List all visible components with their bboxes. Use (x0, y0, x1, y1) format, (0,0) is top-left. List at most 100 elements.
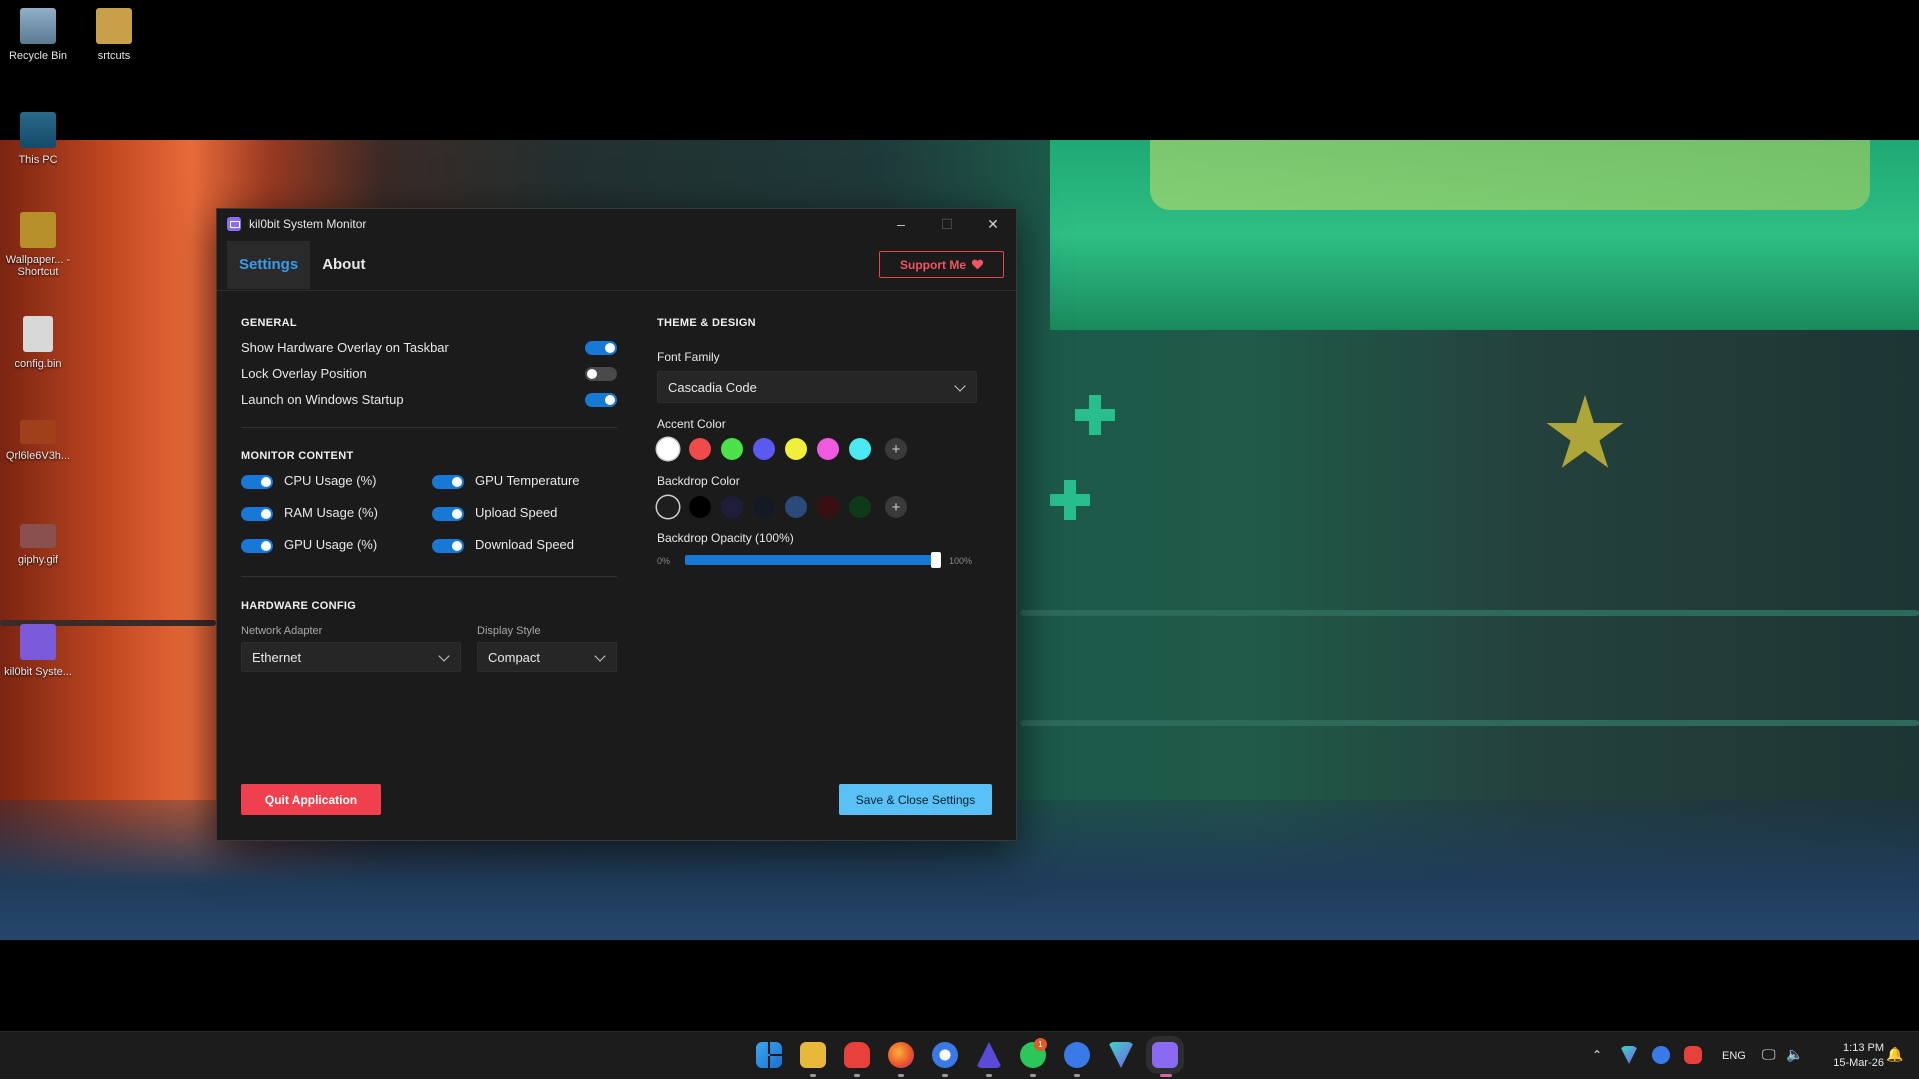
clock-date[interactable]: 15-Mar-26 (1818, 1057, 1884, 1069)
color-swatch[interactable] (785, 438, 807, 460)
opacity-max-label: 100% (949, 556, 973, 566)
desktop-icon-this-pc[interactable]: This PC (0, 112, 76, 166)
color-swatch[interactable] (849, 438, 871, 460)
backdrop-opacity-slider[interactable] (685, 552, 941, 568)
clock-time[interactable]: 1:13 PM (1830, 1042, 1884, 1054)
toggle-show-overlay[interactable] (585, 341, 617, 355)
color-swatch[interactable] (785, 496, 807, 518)
toggle-launch-startup[interactable] (585, 393, 617, 407)
desktop-icon-image[interactable]: Qrl6le6V3h... (0, 420, 76, 462)
option-label-gpu-temperature: GPU Temperature (475, 473, 580, 488)
color-swatch[interactable] (817, 438, 839, 460)
accent-color-label: Accent Color (657, 417, 726, 431)
toggle-upload-speed[interactable] (432, 507, 464, 521)
save-close-settings-button[interactable]: Save & Close Settings (839, 784, 992, 815)
option-label-cpu-usage: CPU Usage (%) (284, 473, 377, 488)
close-button[interactable]: ✕ (970, 209, 1016, 239)
desktop-icon-recycle-bin[interactable]: Recycle Bin (0, 8, 76, 62)
desktop-icon-srtcuts[interactable]: srtcuts (76, 8, 152, 62)
maximize-button[interactable]: ☐ (924, 209, 970, 239)
general-section-title: GENERAL (241, 317, 297, 329)
opacity-slider-fill (685, 555, 941, 565)
running-indicator (986, 1074, 992, 1077)
notification-bell-icon[interactable]: 🔔 (1886, 1046, 1903, 1063)
desktop-icon-wallpaper-shortcut[interactable]: Wallpaper... - Shortcut (0, 212, 76, 278)
support-me-button[interactable]: Support Me (879, 251, 1004, 278)
windows-start-icon[interactable] (756, 1042, 782, 1068)
file-icon (23, 316, 53, 352)
desktop-icon-config-bin[interactable]: config.bin (0, 316, 76, 370)
color-swatch[interactable] (753, 496, 775, 518)
desktop-icon-giphy[interactable]: giphy.gif (0, 524, 76, 566)
taskbar: 1 ⌃ ENG 🖵 🔈 1:13 PM 15-Mar-26 🔔 (0, 1031, 1919, 1079)
system-monitor-window: kil0bit System Monitor – ☐ ✕ Settings Ab… (216, 208, 1017, 841)
gif-file-icon (20, 524, 56, 548)
title-bar[interactable]: kil0bit System Monitor – ☐ ✕ (217, 209, 1016, 239)
color-swatch[interactable] (657, 438, 679, 460)
folder-shortcut-icon (20, 212, 56, 248)
recycle-bin-icon (20, 8, 56, 44)
display-style-value: Compact (488, 649, 541, 665)
file-explorer-icon[interactable] (800, 1042, 826, 1068)
color-swatch[interactable] (849, 496, 871, 518)
game-controller-icon[interactable] (844, 1042, 870, 1068)
wallpaper-cross (1050, 480, 1090, 520)
vpn-icon[interactable] (1108, 1042, 1134, 1068)
toggle-lock-position[interactable] (585, 367, 617, 381)
proton-vpn-icon[interactable] (976, 1042, 1002, 1068)
minimize-button[interactable]: – (878, 209, 924, 239)
chevron-down-icon (594, 650, 606, 662)
running-indicator (942, 1074, 948, 1077)
color-swatch[interactable] (657, 496, 679, 518)
network-adapter-value: Ethernet (252, 649, 302, 665)
game-tray-icon[interactable] (1684, 1046, 1702, 1064)
color-swatch[interactable] (689, 496, 711, 518)
nav-bar: Settings About Support Me (217, 239, 1016, 291)
option-label-launch-startup: Launch on Windows Startup (241, 392, 404, 407)
color-swatch[interactable] (721, 438, 743, 460)
volume-icon[interactable]: 🔈 (1786, 1046, 1803, 1063)
add-accent-color-button[interactable]: + (885, 438, 907, 460)
network-icon[interactable]: 🖵 (1762, 1046, 1776, 1063)
image-file-icon (20, 420, 56, 444)
tab-about[interactable]: About (310, 241, 377, 289)
chevron-down-icon (438, 650, 450, 662)
option-label-show-overlay: Show Hardware Overlay on Taskbar (241, 340, 449, 355)
toggle-gpu-usage[interactable] (241, 539, 273, 553)
running-indicator (854, 1074, 860, 1077)
toggle-ram-usage[interactable] (241, 507, 273, 521)
wallpaper-cross (1075, 395, 1115, 435)
show-hidden-icons-chevron[interactable]: ⌃ (1592, 1048, 1602, 1062)
font-family-value: Cascadia Code (668, 379, 757, 395)
color-swatch[interactable] (817, 496, 839, 518)
app-icon (20, 624, 56, 660)
system-monitor-taskbar-icon[interactable] (1152, 1042, 1178, 1068)
display-style-select[interactable]: Compact (477, 642, 617, 672)
qbittorrent-icon[interactable] (1064, 1042, 1090, 1068)
firefox-icon[interactable] (888, 1042, 914, 1068)
section-divider (241, 427, 617, 428)
qbittorrent-tray-icon[interactable] (1652, 1046, 1670, 1064)
network-adapter-select[interactable]: Ethernet (241, 642, 461, 672)
toggle-gpu-temperature[interactable] (432, 475, 464, 489)
add-backdrop-color-button[interactable]: + (885, 496, 907, 518)
backdrop-opacity-label: Backdrop Opacity (100%) (657, 531, 794, 545)
backdrop-color-label: Backdrop Color (657, 474, 740, 488)
language-indicator[interactable]: ENG (1722, 1050, 1746, 1062)
desktop-icon-kil0bit[interactable]: kil0bit Syste... (0, 624, 76, 678)
color-swatch[interactable] (753, 438, 775, 460)
font-family-select[interactable]: Cascadia Code (657, 371, 977, 403)
toggle-download-speed[interactable] (432, 539, 464, 553)
heart-icon (972, 260, 983, 270)
quit-application-button[interactable]: Quit Application (241, 784, 381, 815)
chevron-down-icon (954, 380, 966, 392)
running-indicator (1074, 1074, 1080, 1077)
toggle-cpu-usage[interactable] (241, 475, 273, 489)
browser-icon[interactable] (932, 1042, 958, 1068)
color-swatch[interactable] (689, 438, 711, 460)
vpn-tray-icon[interactable] (1620, 1046, 1638, 1064)
computer-icon (20, 112, 56, 148)
color-swatch[interactable] (721, 496, 743, 518)
opacity-slider-thumb[interactable] (931, 552, 941, 568)
tab-settings[interactable]: Settings (227, 240, 311, 289)
